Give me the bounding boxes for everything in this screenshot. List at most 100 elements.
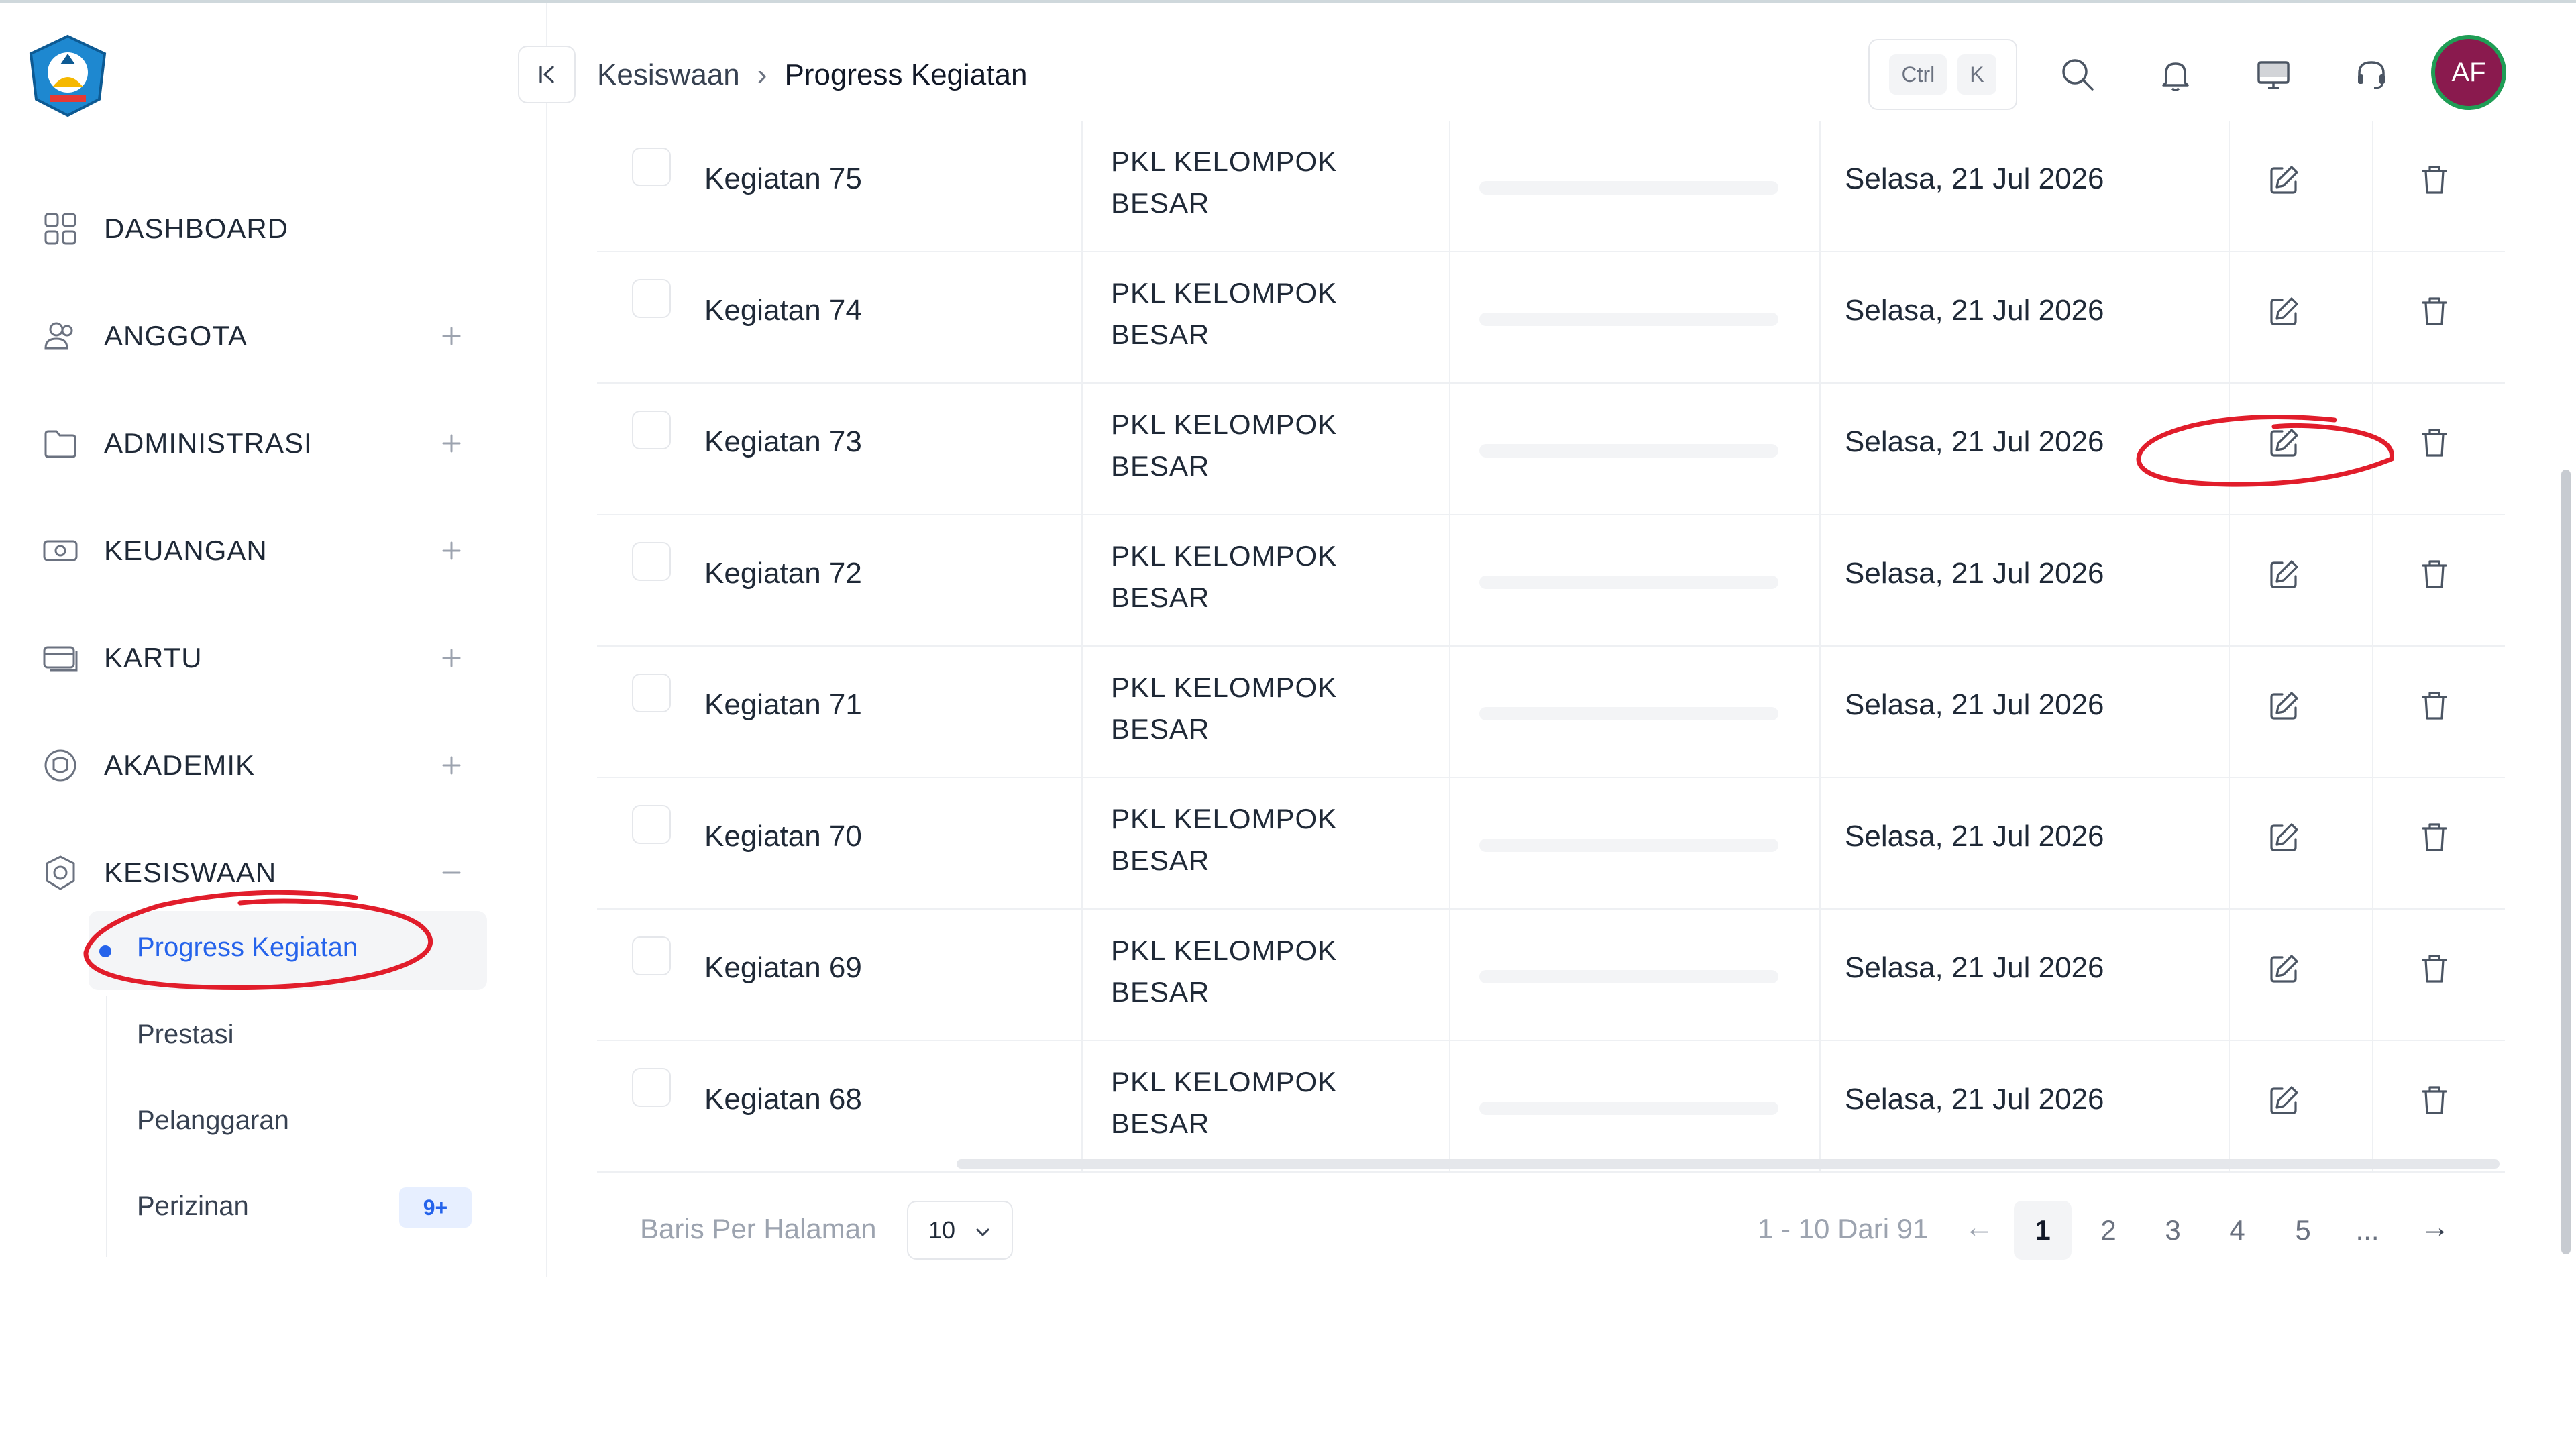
edit-icon (2270, 692, 2298, 720)
expand-icon[interactable] (435, 641, 468, 675)
activity-date: Selasa, 21 Jul 2026 (1845, 425, 2104, 458)
sidebar-item-anggota[interactable]: ANGGOTA (40, 306, 483, 366)
edit-button[interactable] (2264, 686, 2304, 726)
edit-icon (2270, 560, 2298, 588)
activity-date: Selasa, 21 Jul 2026 (1845, 688, 2104, 721)
table-row: Kegiatan 75 PKL KELOMPOK BESAR Selasa, 21 … (597, 121, 2505, 252)
bell-icon[interactable] (2153, 52, 2198, 97)
row-checkbox[interactable] (632, 805, 671, 844)
edit-icon (2270, 166, 2298, 194)
progress-bar (1479, 707, 1778, 720)
delete-button[interactable] (2414, 554, 2455, 594)
progress-bar (1479, 181, 1778, 195)
column-divider (2372, 778, 2373, 910)
delete-button[interactable] (2414, 949, 2455, 989)
activity-name: Kegiatan 75 (704, 162, 862, 195)
money-icon (40, 531, 80, 571)
monitor-icon[interactable] (2251, 52, 2296, 97)
sub-item-prestasi[interactable]: Prestasi (137, 1020, 234, 1050)
headset-icon[interactable] (2349, 52, 2394, 97)
collapse-sidebar-button[interactable] (518, 46, 576, 103)
expand-icon[interactable] (435, 534, 468, 568)
horizontal-scrollbar[interactable] (957, 1159, 2500, 1169)
perizinan-badge: 9+ (399, 1187, 472, 1228)
expand-icon[interactable] (435, 427, 468, 460)
users-icon (40, 316, 80, 356)
trash-icon (2422, 823, 2447, 851)
sidebar-item-administrasi[interactable]: ADMINISTRASI (40, 413, 483, 474)
sidebar-item-kesiswaan[interactable]: KESISWAAN (40, 843, 483, 903)
page-button-5[interactable]: 5 (2274, 1201, 2332, 1260)
delete-button[interactable] (2414, 291, 2455, 331)
delete-button[interactable] (2414, 686, 2455, 726)
row-checkbox[interactable] (632, 411, 671, 449)
table-row: Kegiatan 74 PKL KELOMPOK BESAR Selasa, 21 … (597, 252, 2505, 384)
column-divider (1819, 910, 1821, 1041)
table-row: Kegiatan 68 PKL KELOMPOK BESAR Selasa, 21 … (597, 1041, 2505, 1173)
edit-button[interactable] (2264, 160, 2304, 200)
page-ellipsis[interactable]: ... (2339, 1201, 2396, 1260)
table-row: Kegiatan 72 PKL KELOMPOK BESAR Selasa, 21 … (597, 515, 2505, 647)
sub-item-progress-kegiatan[interactable]: Progress Kegiatan (137, 932, 358, 963)
sidebar-item-akademik[interactable]: AKADEMIK (40, 735, 483, 796)
command-shortcut[interactable]: Ctrl K (1868, 39, 2017, 110)
row-checkbox[interactable] (632, 936, 671, 975)
activity-date: Selasa, 21 Jul 2026 (1845, 294, 2104, 327)
row-checkbox[interactable] (632, 148, 671, 186)
edit-button[interactable] (2264, 423, 2304, 463)
delete-button[interactable] (2414, 1080, 2455, 1120)
academic-icon (40, 745, 80, 786)
column-divider (2372, 384, 2373, 515)
user-avatar[interactable]: AF (2431, 35, 2506, 110)
edit-button[interactable] (2264, 554, 2304, 594)
grid-icon (40, 209, 80, 249)
row-checkbox[interactable] (632, 542, 671, 581)
sub-item-pelanggaran[interactable]: Pelanggaran (137, 1106, 289, 1136)
trash-icon (2422, 166, 2447, 194)
progress-bar (1479, 576, 1778, 589)
logo-icon[interactable] (25, 34, 110, 118)
expand-icon[interactable] (435, 319, 468, 353)
activity-group: PKL KELOMPOK BESAR (1111, 672, 1338, 745)
column-divider (2229, 384, 2230, 515)
column-divider (1819, 647, 1821, 778)
expand-icon[interactable] (435, 749, 468, 782)
sidebar-item-keuangan[interactable]: KEUANGAN (40, 521, 483, 581)
activity-group: PKL KELOMPOK BESAR (1111, 409, 1338, 482)
page-button-1[interactable]: 1 (2014, 1201, 2072, 1260)
row-checkbox[interactable] (632, 674, 671, 712)
search-icon[interactable] (2055, 52, 2100, 97)
sub-item-perizinan[interactable]: Perizinan (137, 1191, 249, 1222)
vertical-scrollbar[interactable] (2561, 470, 2571, 1254)
breadcrumb-kesiswaan[interactable]: Kesiswaan (597, 58, 740, 92)
activity-date: Selasa, 21 Jul 2026 (1845, 820, 2104, 853)
edit-button[interactable] (2264, 291, 2304, 331)
edit-icon (2270, 1086, 2298, 1114)
collapse-icon[interactable] (435, 856, 468, 890)
page-button-4[interactable]: 4 (2208, 1201, 2266, 1260)
column-divider (1449, 1041, 1450, 1173)
delete-button[interactable] (2414, 817, 2455, 857)
row-checkbox[interactable] (632, 1068, 671, 1107)
table-row: Kegiatan 73 PKL KELOMPOK BESAR Selasa, 21 … (597, 384, 2505, 515)
activity-name: Kegiatan 72 (704, 557, 862, 590)
row-checkbox[interactable] (632, 279, 671, 318)
page-button-3[interactable]: 3 (2144, 1201, 2202, 1260)
sidebar-item-dashboard[interactable]: DASHBOARD (40, 199, 483, 259)
delete-button[interactable] (2414, 160, 2455, 200)
column-divider (1449, 910, 1450, 1041)
sidebar: DASHBOARD ANGGOTA ADMINISTRASI KEUANGAN KART… (0, 3, 547, 1277)
sidebar-item-kartu[interactable]: KARTU (40, 628, 483, 688)
edit-button[interactable] (2264, 949, 2304, 989)
rows-per-page-select[interactable]: 10 (907, 1201, 1013, 1260)
edit-button[interactable] (2264, 1080, 2304, 1120)
chevron-down-icon (976, 1228, 989, 1236)
delete-button[interactable] (2414, 423, 2455, 463)
prev-page-button[interactable]: ← (1959, 1208, 1999, 1248)
page-button-2[interactable]: 2 (2080, 1201, 2137, 1260)
edit-button[interactable] (2264, 817, 2304, 857)
next-page-button[interactable]: → (2415, 1208, 2455, 1248)
activity-group: PKL KELOMPOK BESAR (1111, 803, 1338, 876)
active-dot (99, 945, 111, 957)
column-divider (1081, 647, 1083, 778)
